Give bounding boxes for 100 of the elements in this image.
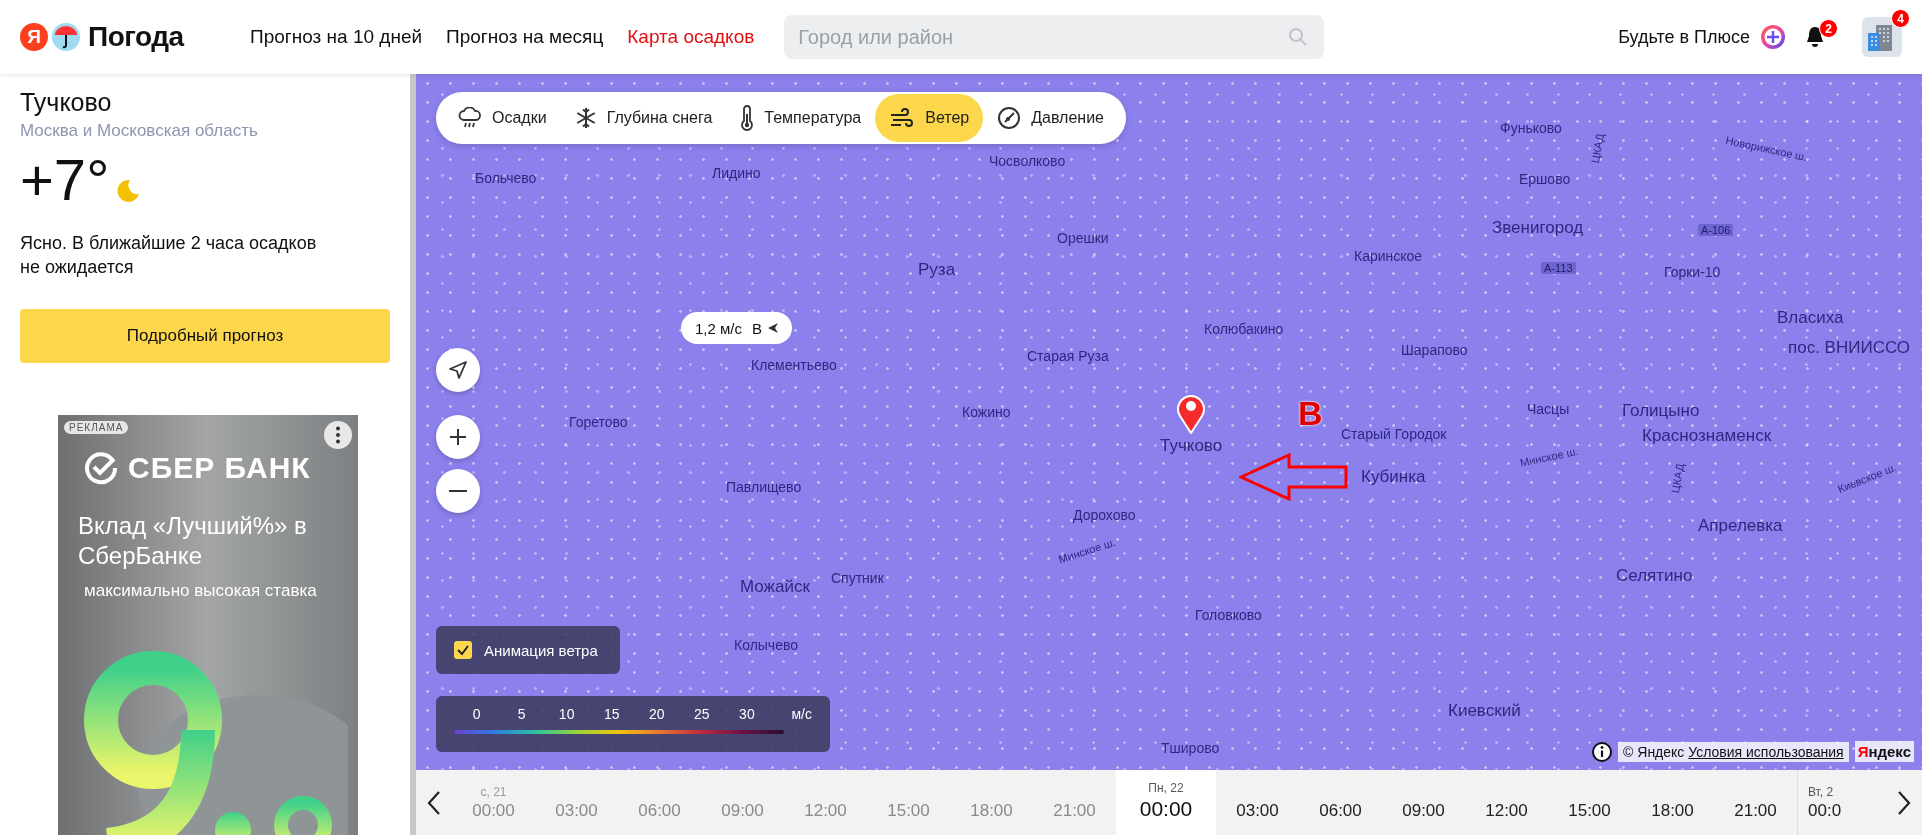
time-slot[interactable]: 21:00	[1714, 770, 1797, 835]
legend-tick: 20	[648, 706, 666, 722]
nav-link[interactable]: Карта осадков	[627, 26, 755, 48]
place-name: Тучково	[20, 88, 113, 117]
weather-description: Ясно. В ближайшие 2 часа осадков не ожидается	[20, 232, 318, 279]
checkbox-label: Анимация ветра	[484, 641, 598, 659]
time-slot[interactable]: 12:00	[1465, 770, 1548, 835]
search-field[interactable]: Город или район	[784, 15, 1325, 59]
plus-link[interactable]: Будьте в Плюсе	[1618, 26, 1750, 48]
time-label: 06:00	[1319, 801, 1362, 821]
time-label: 00:00	[1139, 797, 1193, 821]
layer-tab[interactable]: Осадки	[444, 94, 561, 142]
ad-subline: максимально высокая ставка	[84, 581, 318, 601]
nav-link[interactable]: Прогноз на 10 дней	[250, 26, 423, 48]
time-slot[interactable]: 09:00	[1382, 770, 1465, 835]
annotation-arrow-icon	[1239, 452, 1349, 502]
legend-tick: 10	[557, 706, 576, 722]
time-label: 03:00	[1236, 801, 1279, 821]
check-circle-icon	[84, 451, 118, 485]
nav-link[interactable]: Прогноз на месяц	[446, 26, 604, 48]
temperature: +7°	[20, 151, 110, 209]
wind-direction: В	[752, 319, 762, 337]
region-name: Москва и Московская область	[20, 121, 259, 141]
map-place-label: Часцы	[1527, 401, 1570, 417]
map-place-label: Минское ш.	[1057, 535, 1117, 566]
map-place-label: Можайск	[740, 577, 810, 597]
ad-banner[interactable]: РЕКЛАМА СБЕР БАНК Вклад «Лучший%» в СберБанке максимально высокая ставка	[58, 415, 358, 835]
annotation-text: В	[1298, 394, 1323, 433]
direction-arrow-icon	[768, 323, 778, 333]
ad-headline: Вклад «Лучший%» в СберБанке	[78, 511, 308, 571]
time-slot[interactable]: 03:00	[1216, 770, 1299, 835]
thermometer-icon	[740, 105, 755, 131]
logo-text[interactable]: Погода	[88, 21, 184, 53]
bell-icon[interactable]	[1804, 25, 1826, 49]
umbrella-icon	[52, 23, 80, 51]
map-background[interactable]	[416, 74, 1922, 770]
map-place-label: Колычево	[734, 637, 798, 653]
wind-animation-toggle[interactable]: Анимация ветра	[436, 626, 620, 674]
plus-logo-icon[interactable]	[1760, 24, 1786, 50]
legend-tick: 15	[602, 706, 621, 722]
map-place-label: Чосволково	[989, 153, 1066, 169]
map-place-label: Горетово	[569, 414, 628, 430]
locate-button[interactable]	[436, 348, 480, 392]
rain-cloud-icon	[458, 107, 482, 129]
more-icon[interactable]	[324, 421, 352, 449]
map-place-label: Кожино	[962, 404, 1011, 420]
map-place-label: Орешки	[1057, 230, 1109, 246]
zoom-out-button[interactable]	[436, 469, 480, 513]
map-place-label: Руза	[918, 260, 956, 280]
wind-icon	[889, 107, 916, 129]
map-place-label: Каринское	[1354, 248, 1423, 264]
map-place-label: Колюбакино	[1204, 321, 1284, 337]
layer-tab[interactable]: Глубина снега	[560, 94, 727, 142]
layer-tab[interactable]: Ветер	[875, 94, 984, 142]
map-place-label: ЦКАД	[1669, 462, 1686, 495]
map-place-label: Больчево	[475, 170, 537, 186]
day-label: Пн, 22	[1148, 781, 1184, 795]
map-pin-icon	[1176, 392, 1206, 434]
time-label: 09:00	[721, 801, 764, 821]
map-place-label: Апрелевка	[1698, 516, 1783, 536]
time-label: 00:0	[1808, 801, 1842, 821]
day-label: Вт, 2	[1808, 785, 1834, 799]
forecast-button[interactable]: Подробный прогноз	[20, 309, 390, 363]
plus-icon	[448, 427, 468, 447]
map-place-label: Лидино	[712, 165, 761, 181]
time-slot[interactable]: Вт, 2 00:0	[1797, 770, 1880, 835]
map-place-label: Головково	[1195, 607, 1262, 623]
legend-tick: 25	[693, 706, 711, 722]
zoom-in-button[interactable]	[436, 415, 480, 459]
map-place-label: Власиха	[1777, 308, 1844, 328]
time-slot[interactable]: Пн, 22 00:00	[1116, 770, 1216, 835]
map-place-label: Минское ш.	[1519, 444, 1580, 469]
map-place-label: пос. ВНИИССО	[1788, 338, 1911, 358]
day-label: с, 21	[480, 785, 507, 799]
legend-tick: 30	[738, 706, 756, 722]
ad-label: РЕКЛАМА	[64, 421, 129, 434]
checkbox[interactable]	[454, 641, 472, 659]
map-place-label: Тучково	[1160, 436, 1223, 456]
notification-badge: 2	[1819, 19, 1838, 38]
map-place-label: А-113	[1541, 262, 1576, 274]
map-place-label: Горки-10	[1664, 264, 1721, 280]
time-slot[interactable]: 18:00	[1631, 770, 1714, 835]
info-icon[interactable]	[1592, 741, 1613, 762]
terms-link[interactable]: Условия использования	[1688, 743, 1844, 760]
map-place-label: Селятино	[1616, 566, 1693, 586]
layer-tab[interactable]: Давление	[983, 94, 1118, 142]
minus-icon	[449, 490, 467, 492]
time-label: 12:00	[1485, 801, 1528, 821]
time-slot[interactable]: 06:00	[1299, 770, 1382, 835]
time-slot[interactable]: 15:00	[1548, 770, 1631, 835]
legend-unit: м/с	[791, 706, 812, 722]
map-place-label: Голицыно	[1622, 401, 1700, 421]
chevron-left-icon	[427, 789, 441, 816]
map-place-label: Фуньково	[1500, 120, 1562, 136]
layer-tab[interactable]: Температура	[726, 94, 876, 142]
map-place-label: Дорохово	[1073, 507, 1136, 523]
yandex-logo-icon[interactable]: Я	[20, 23, 48, 51]
time-label: 12:00	[804, 801, 847, 821]
yandex-logo[interactable]: Яндекс	[1854, 741, 1914, 762]
ad-brand: СБЕР БАНК	[128, 451, 311, 485]
